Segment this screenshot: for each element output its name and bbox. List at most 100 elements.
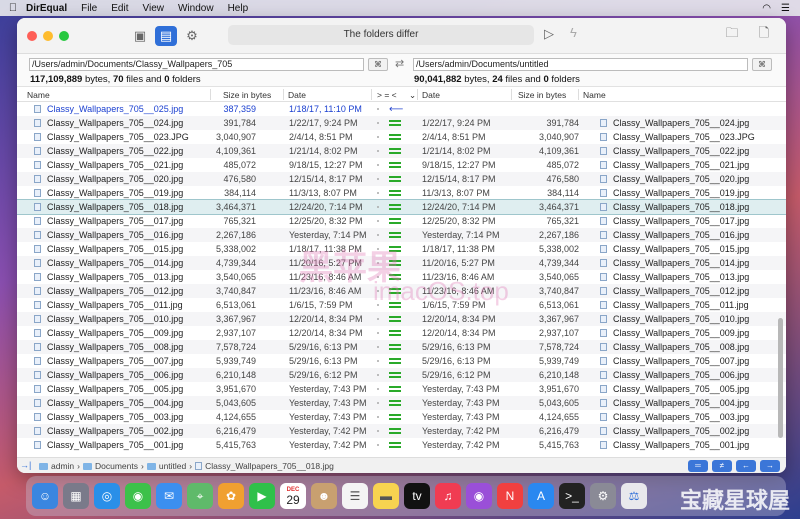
maps-icon[interactable]: ⌖ [187, 483, 213, 509]
play-icon[interactable]: ▷ [544, 26, 554, 42]
table-row[interactable]: Classy_Wallpapers_705__008.jpg 7,578,724 5… [17, 340, 786, 354]
menu-edit[interactable]: Edit [111, 3, 128, 14]
table-row[interactable]: Classy_Wallpapers_705__007.jpg 5,939,749 5… [17, 354, 786, 368]
document-icon[interactable]: 🗋 [752, 24, 776, 46]
notes-icon[interactable]: ▬ [373, 483, 399, 509]
folder-compare-icon[interactable]: ▣ [129, 26, 151, 46]
table-row[interactable]: Classy_Wallpapers_705__016.jpg 2,267,186 Y… [17, 228, 786, 242]
safari-icon[interactable]: ◎ [94, 483, 120, 509]
file-icon [34, 133, 41, 141]
appstore-icon[interactable]: A [528, 483, 554, 509]
col-date[interactable]: Date [288, 90, 306, 100]
menu-file[interactable]: File [81, 3, 97, 14]
left-file-size: 765,321 [223, 216, 256, 226]
right-file-size: 6,210,148 [538, 370, 579, 380]
col-size[interactable]: Size in bytes [223, 90, 271, 100]
table-row[interactable]: Classy_Wallpapers_705__018.jpg 3,464,371 1… [17, 199, 786, 215]
table-row[interactable]: Classy_Wallpapers_705__006.jpg 6,210,148 5… [17, 368, 786, 382]
nav-buttons: ═ ≠ ← → [688, 460, 780, 472]
minimize-button[interactable] [43, 30, 53, 41]
bolt-icon[interactable]: ϟ [570, 25, 577, 40]
col-compare[interactable]: > = < [377, 90, 397, 100]
apple-icon[interactable]:  [0, 2, 26, 14]
file-icon [600, 399, 607, 407]
table-row[interactable]: Classy_Wallpapers_705__022.jpg 4,109,361 1… [17, 144, 786, 158]
table-row[interactable]: Classy_Wallpapers_705__004.jpg 5,043,605 Y… [17, 396, 786, 410]
col-name[interactable]: Name [27, 90, 50, 100]
swap-icon[interactable]: ⇄ [395, 57, 404, 70]
table-row[interactable]: Classy_Wallpapers_705__024.jpg 391,784 1/2… [17, 116, 786, 130]
breadcrumb-item[interactable]: Classy_Wallpapers_705__018.jpg [205, 461, 334, 471]
col-right-size[interactable]: Size in bytes [518, 90, 566, 100]
filter-equal-icon[interactable]: ═ [688, 460, 708, 472]
chevron-right-icon: › [77, 461, 80, 471]
table-row[interactable]: Classy_Wallpapers_705__009.jpg 2,937,107 1… [17, 326, 786, 340]
table-row[interactable]: Classy_Wallpapers_705__020.jpg 476,580 12/… [17, 172, 786, 186]
table-row[interactable]: Classy_Wallpapers_705__005.jpg 3,951,670 Y… [17, 382, 786, 396]
calendar-icon[interactable]: DEC 29 [280, 483, 306, 509]
menu-help[interactable]: Help [228, 3, 249, 14]
list-view-icon[interactable]: ▤ [155, 25, 177, 46]
table-row[interactable]: Classy_Wallpapers_705__003.jpg 4,124,655 Y… [17, 410, 786, 424]
left-file-size: 3,464,371 [215, 202, 256, 212]
file-icon [34, 273, 41, 281]
right-path-field[interactable]: /Users/admin/Documents/untitled [413, 58, 748, 71]
zoom-button[interactable] [59, 30, 69, 41]
menu-window[interactable]: Window [178, 3, 214, 14]
messages-icon[interactable]: ◉ [125, 483, 151, 509]
gear-icon[interactable]: ⚙ [181, 26, 203, 46]
prev-diff-icon[interactable]: ← [736, 460, 756, 472]
file-icon [600, 161, 607, 169]
scrollbar[interactable] [778, 318, 783, 438]
music-icon[interactable]: ♫ [435, 483, 461, 509]
left-browse-icon[interactable]: ⌘ [368, 58, 388, 71]
right-file-size: 3,040,907 [538, 132, 579, 142]
reminders-icon[interactable]: ☰ [342, 483, 368, 509]
launchpad-icon[interactable]: ▦ [63, 483, 89, 509]
appletv-icon[interactable]: tv [404, 483, 430, 509]
table-row[interactable]: Classy_Wallpapers_705__025.jpg 387,359 1/1… [17, 102, 786, 116]
breadcrumb-item[interactable]: admin [51, 461, 74, 471]
file-icon [34, 217, 41, 225]
facetime-icon[interactable]: ▶ [249, 483, 275, 509]
col-right-date[interactable]: Date [422, 90, 440, 100]
folder-icon[interactable]: 🗀 [720, 24, 744, 46]
table-row[interactable]: Classy_Wallpapers_705__021.jpg 485,072 9/1… [17, 158, 786, 172]
reveal-arrow-icon[interactable]: →| [20, 460, 31, 470]
chevron-down-icon[interactable]: ⌄ [409, 90, 416, 101]
terminal-icon[interactable]: >_ [559, 483, 585, 509]
next-diff-icon[interactable]: → [760, 460, 780, 472]
finder-icon[interactable]: ☺ [32, 483, 58, 509]
menu-app-name[interactable]: DirEqual [26, 3, 67, 14]
system-preferences-icon[interactable]: ⚙ [590, 483, 616, 509]
mail-icon[interactable]: ✉ [156, 483, 182, 509]
left-path-field[interactable]: /Users/admin/Documents/Classy_Wallpapers… [29, 58, 364, 71]
right-file-size: 7,578,724 [538, 342, 579, 352]
row-marker [377, 122, 379, 124]
news-icon[interactable]: N [497, 483, 523, 509]
breadcrumb-item[interactable]: Documents [95, 461, 138, 471]
left-folders-label: folders [172, 74, 201, 85]
podcasts-icon[interactable]: ◉ [466, 483, 492, 509]
table-row[interactable]: Classy_Wallpapers_705__019.jpg 384,114 11/… [17, 186, 786, 200]
table-row[interactable]: Classy_Wallpapers_705__017.jpg 765,321 12/… [17, 214, 786, 228]
table-row[interactable]: Classy_Wallpapers_705__001.jpg 5,415,763 Y… [17, 438, 786, 452]
right-file-date: 5/29/16, 6:12 PM [422, 370, 491, 380]
col-right-name[interactable]: Name [583, 90, 606, 100]
filter-diff-icon[interactable]: ≠ [712, 460, 732, 472]
control-center-icon[interactable]: ☰ [781, 3, 790, 14]
contacts-icon[interactable]: ☻ [311, 483, 337, 509]
table-row[interactable]: Classy_Wallpapers_705__002.jpg 6,216,479 Y… [17, 424, 786, 438]
close-button[interactable] [27, 30, 37, 41]
direqual-icon[interactable]: ⚖ [621, 483, 647, 509]
menu-view[interactable]: View [142, 3, 164, 14]
table-row[interactable]: Classy_Wallpapers_705__014.jpg 4,739,344 1… [17, 256, 786, 270]
left-file-name: Classy_Wallpapers_705__007.jpg [47, 356, 184, 366]
right-browse-icon[interactable]: ⌘ [752, 58, 772, 71]
table-row[interactable]: Classy_Wallpapers_705__015.jpg 5,338,002 1… [17, 242, 786, 256]
table-row[interactable]: Classy_Wallpapers_705__023.JPG 3,040,907 2… [17, 130, 786, 144]
table-row[interactable]: Classy_Wallpapers_705__010.jpg 3,367,967 1… [17, 312, 786, 326]
photos-icon[interactable]: ✿ [218, 483, 244, 509]
breadcrumb-item[interactable]: untitled [159, 461, 186, 471]
wifi-icon[interactable]: ◠ [762, 3, 771, 14]
